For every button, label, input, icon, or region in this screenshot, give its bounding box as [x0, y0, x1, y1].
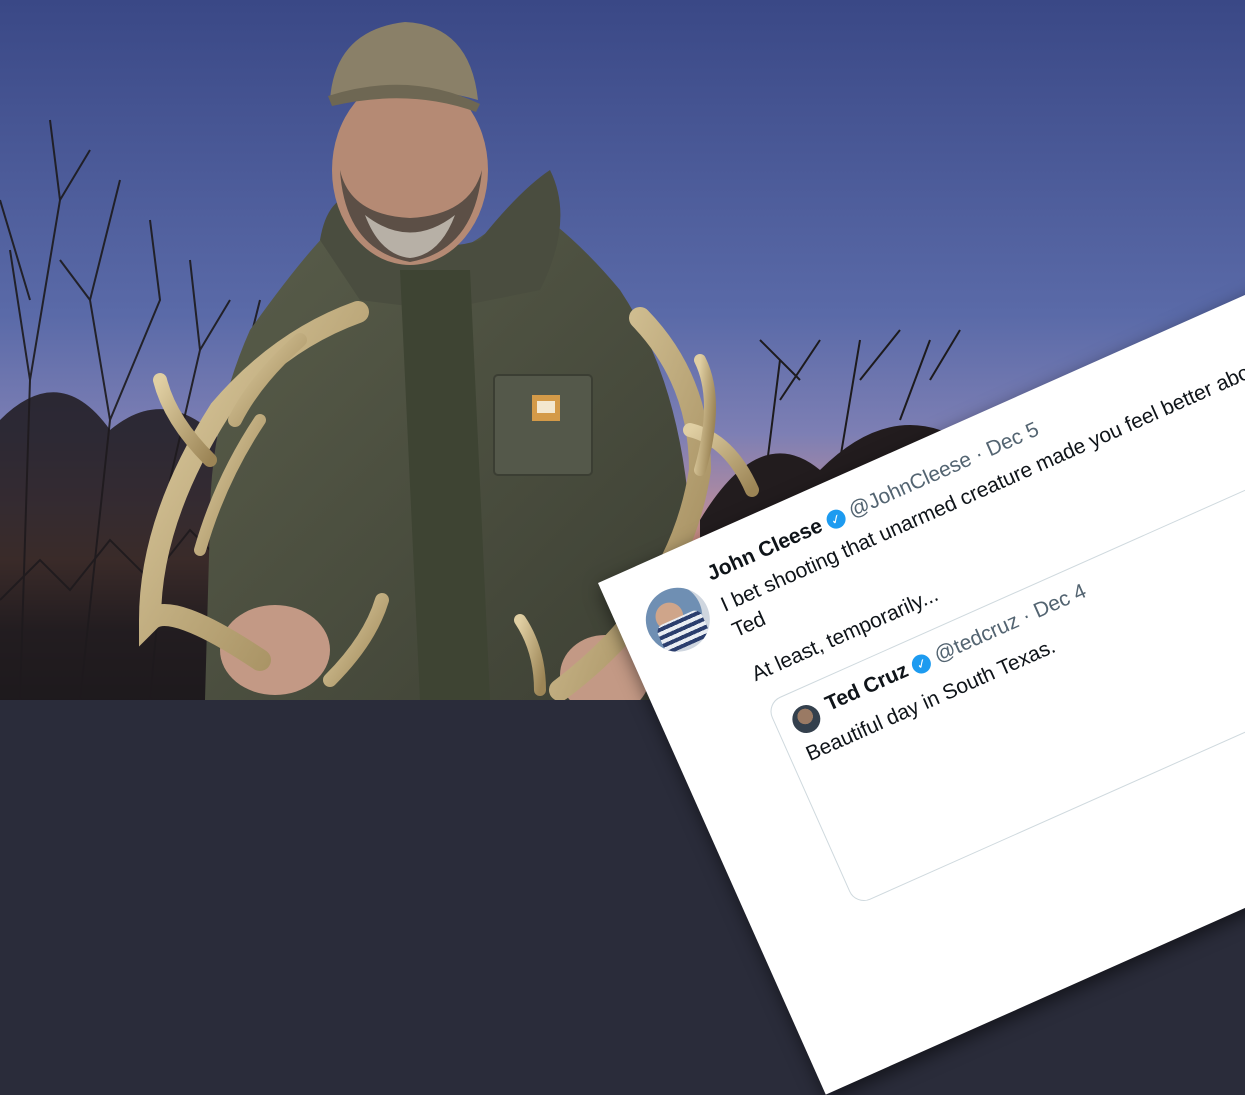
- ted-cruz-avatar: [787, 700, 825, 738]
- chest-pocket: [493, 374, 593, 476]
- john-cleese-avatar[interactable]: [635, 577, 721, 662]
- carhartt-logo-inner: [537, 401, 555, 413]
- verified-badge-icon: ✓: [823, 506, 849, 532]
- verified-badge-icon: ✓: [909, 651, 935, 677]
- quoted-tweet-date: Dec 4: [1030, 579, 1090, 623]
